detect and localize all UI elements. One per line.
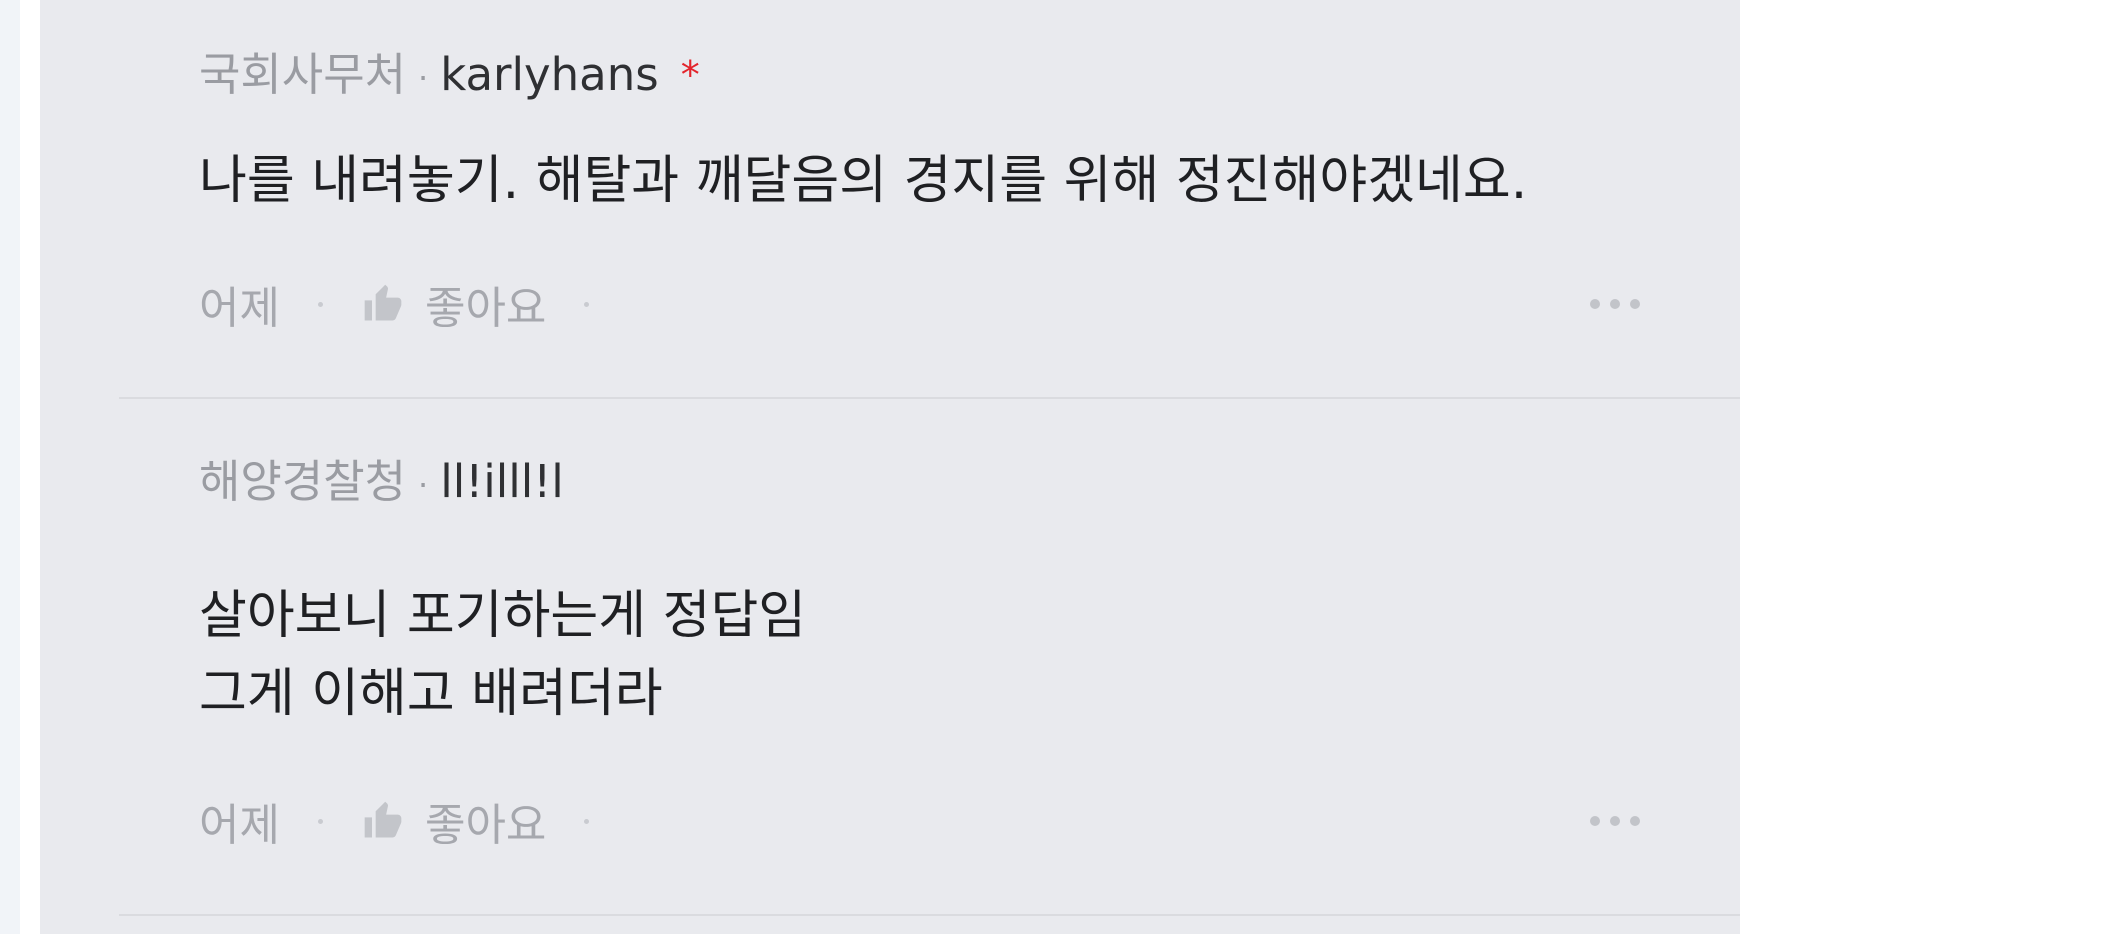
- comment-meta: 해양경찰청 · ll!illl!l: [199, 452, 564, 515]
- action-separator: [584, 301, 590, 307]
- action-separator: [317, 818, 323, 824]
- comment-text-line: 살아보니 포기하는게 정답임: [199, 586, 807, 646]
- comment-affiliation: 해양경찰청: [199, 455, 407, 508]
- more-options-icon[interactable]: [1590, 791, 1640, 851]
- action-separator: [317, 301, 323, 307]
- comment-actions: 어제 좋아요: [199, 791, 627, 851]
- action-separator: [584, 818, 590, 824]
- left-edge-strip: [0, 0, 20, 934]
- like-button[interactable]: 좋아요: [361, 789, 546, 853]
- comment-username[interactable]: ll!illl!l: [440, 455, 564, 508]
- meta-separator: ·: [418, 466, 429, 504]
- comment-text: 나를 내려놓기. 해탈과 깨달음의 경지를 위해 정진해야겠네요.: [199, 142, 1527, 220]
- comment-meta: 국회사무처 · karlyhans *: [199, 45, 700, 108]
- comment-item: 국회사무처 · karlyhans * 나를 내려놓기. 해탈과 깨달음의 경지를 위…: [40, 0, 1740, 397]
- comment-text: 살아보니 포기하는게 정답임 그게 이해고 배려더라: [199, 577, 806, 733]
- comment-username[interactable]: karlyhans: [440, 48, 659, 101]
- comment-time: 어제: [199, 800, 280, 851]
- comment-text-line: 그게 이해고 배려더라: [199, 664, 663, 724]
- comment-divider: [119, 914, 1740, 916]
- like-label: 좋아요: [424, 800, 547, 851]
- meta-separator: ·: [418, 59, 429, 97]
- comment-text-line: 나를 내려놓기. 해탈과 깨달음의 경지를 위해 정진해야겠네요.: [199, 151, 1528, 211]
- badge-star-icon: *: [680, 53, 700, 97]
- thumbs-up-icon: [364, 284, 402, 321]
- comment-time: 어제: [199, 283, 280, 334]
- comment-affiliation: 국회사무처: [199, 48, 407, 101]
- comment-item: 해양경찰청 · ll!illl!l 살아보니 포기하는게 정답임 그게 이해고 배려…: [40, 399, 1740, 914]
- like-button[interactable]: 좋아요: [361, 272, 546, 336]
- more-options-icon[interactable]: [1590, 274, 1640, 334]
- comment-actions: 어제 좋아요: [199, 274, 627, 334]
- comment-list: 국회사무처 · karlyhans * 나를 내려놓기. 해탈과 깨달음의 경지를 위…: [40, 0, 1740, 934]
- thumbs-up-icon: [364, 801, 402, 838]
- like-label: 좋아요: [424, 283, 547, 334]
